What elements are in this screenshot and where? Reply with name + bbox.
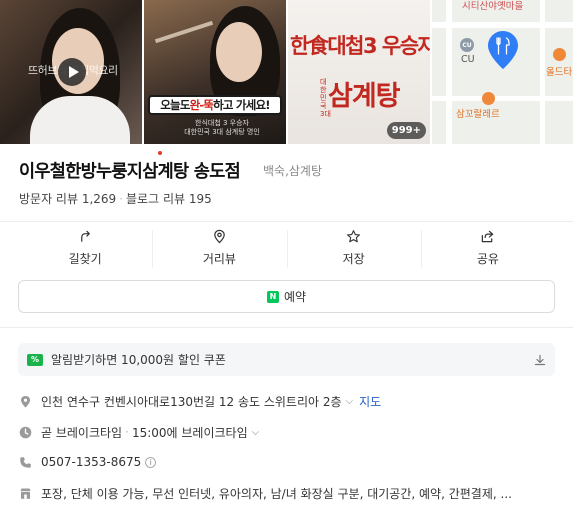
sign-text-1: 한食대첩3 우승자 [290,34,430,58]
photo-count-badge[interactable]: 999+ [386,122,426,139]
break-time: 15:00에 브레이크타임 [131,425,248,440]
directions-icon [80,230,90,242]
separator-dot: · [125,425,129,439]
download-icon[interactable] [534,354,546,366]
map-label-top: 시티산야옛마을 [462,1,524,12]
amenities-row: 포장, 단체 이용 가능, 무선 인터넷, 유아의자, 남/녀 화장실 구분, … [19,484,512,502]
photo-face [216,22,262,82]
map-link[interactable]: 지도 [359,393,381,410]
address-text: 인천 연수구 컨벤시아대로130번길 12 송도 스위트리아 2층 [41,394,342,409]
chevron-down-icon[interactable]: ⌵ [252,427,260,438]
phone-row: 0507-1353-8675 i [19,453,157,471]
share-button[interactable]: 공유 [420,228,555,270]
street-view-button[interactable]: 거리뷰 [152,228,286,270]
directions-button[interactable]: 길찾기 [18,228,152,270]
naver-reserve-icon: N [266,290,279,303]
business-status: 곧 브레이크타임 [41,425,123,440]
banner-text-1: 오늘도 [160,98,190,112]
info-icon[interactable]: i [145,456,157,468]
restaurant-marker-icon [482,92,495,105]
separator-dot: · [119,192,124,206]
store-icon [20,488,31,499]
location-pin-icon [488,31,518,69]
map-thumbnail[interactable]: 시티산야옛마을 CU CU 올드타 삼꼬랄레르 [432,0,573,144]
photo-tile-2[interactable]: 오늘도 완-뚝 하고 가세요! 한식대첩 3 우승자 대한민국 3대 삼계탕 명… [144,0,286,144]
star-icon [347,230,361,243]
location-icon [21,395,30,407]
banner-text-2: 완-뚝 [189,98,214,112]
directions-label: 길찾기 [68,252,102,266]
reserve-label: 예약 [283,290,307,304]
play-icon[interactable] [58,58,86,86]
street-view-icon [214,229,225,244]
promo-subcaption: 한식대첩 3 우승자 대한민국 3대 삼계탕 명인 [184,119,260,136]
street-view-label: 거리뷰 [202,252,236,266]
map-road [446,0,452,144]
coupon-label: 알림받기하면 10,000원 할인 쿠폰 [51,353,226,367]
map-label-right: 올드타 [546,67,573,78]
place-category: 백숙,삼계탕 [263,164,323,178]
divider [0,221,573,222]
photo-gallery: 뜨허브의 맛집먹요리 오늘도 완-뚝 하고 가세요! 한식대첩 3 우승자 대한… [0,0,573,144]
clock-icon [19,426,32,438]
coupon-icon: % [27,353,43,366]
amenities-text: 포장, 단체 이용 가능, 무선 인터넷, 유아의자, 남/녀 화장실 구분, … [41,486,512,501]
review-counts: 방문자 리뷰 1,269 · 블로그 리뷰 195 [19,190,212,207]
hours-row: 곧 브레이크타임 · 15:00에 브레이크타임 ⌵ [19,423,259,441]
promo-banner: 오늘도 완-뚝 하고 가세요! [148,95,282,115]
share-icon [482,230,494,243]
photo-tile-3[interactable]: 한食대첩3 우승자 대한민국 3대 삼계탕 999+ [288,0,430,144]
banner-text-3: 하고 가세요! [213,98,270,112]
visitor-reviews-link[interactable]: 방문자 리뷰 1,269 [19,192,116,206]
save-label: 저장 [342,252,365,266]
blog-reviews-link[interactable]: 블로그 리뷰 195 [126,192,212,206]
map-road [432,96,573,101]
reserve-button[interactable]: N 예약 [18,280,555,313]
video-tile[interactable]: 뜨허브의 맛집먹요리 [0,0,142,144]
map-road [540,0,545,144]
map-label-cu: CU [461,54,475,65]
action-bar: 길찾기 거리뷰 저장 공유 [18,228,555,270]
gallery-indicator [158,151,162,155]
chevron-down-icon[interactable]: ⌵ [346,396,354,407]
map-label-bottom: 삼꼬랄레르 [456,109,500,120]
map-road [432,22,573,28]
save-button[interactable]: 저장 [286,228,421,270]
place-name: 이우철한방누룽지삼계탕 송도점 [19,162,241,182]
restaurant-marker-icon [553,48,566,61]
phone-icon [20,456,31,468]
chopsticks [154,20,214,44]
address-row: 인천 연수구 컨벤시아대로130번길 12 송도 스위트리아 2층 ⌵ 지도 [19,392,381,410]
divider [0,327,573,328]
phone-number[interactable]: 0507-1353-8675 [41,455,141,469]
share-label: 공유 [476,252,499,266]
coupon-banner[interactable]: % 알림받기하면 10,000원 할인 쿠폰 [18,343,555,376]
sign-text-2: 삼계탕 [328,81,401,112]
cu-store-icon: CU [460,38,474,52]
